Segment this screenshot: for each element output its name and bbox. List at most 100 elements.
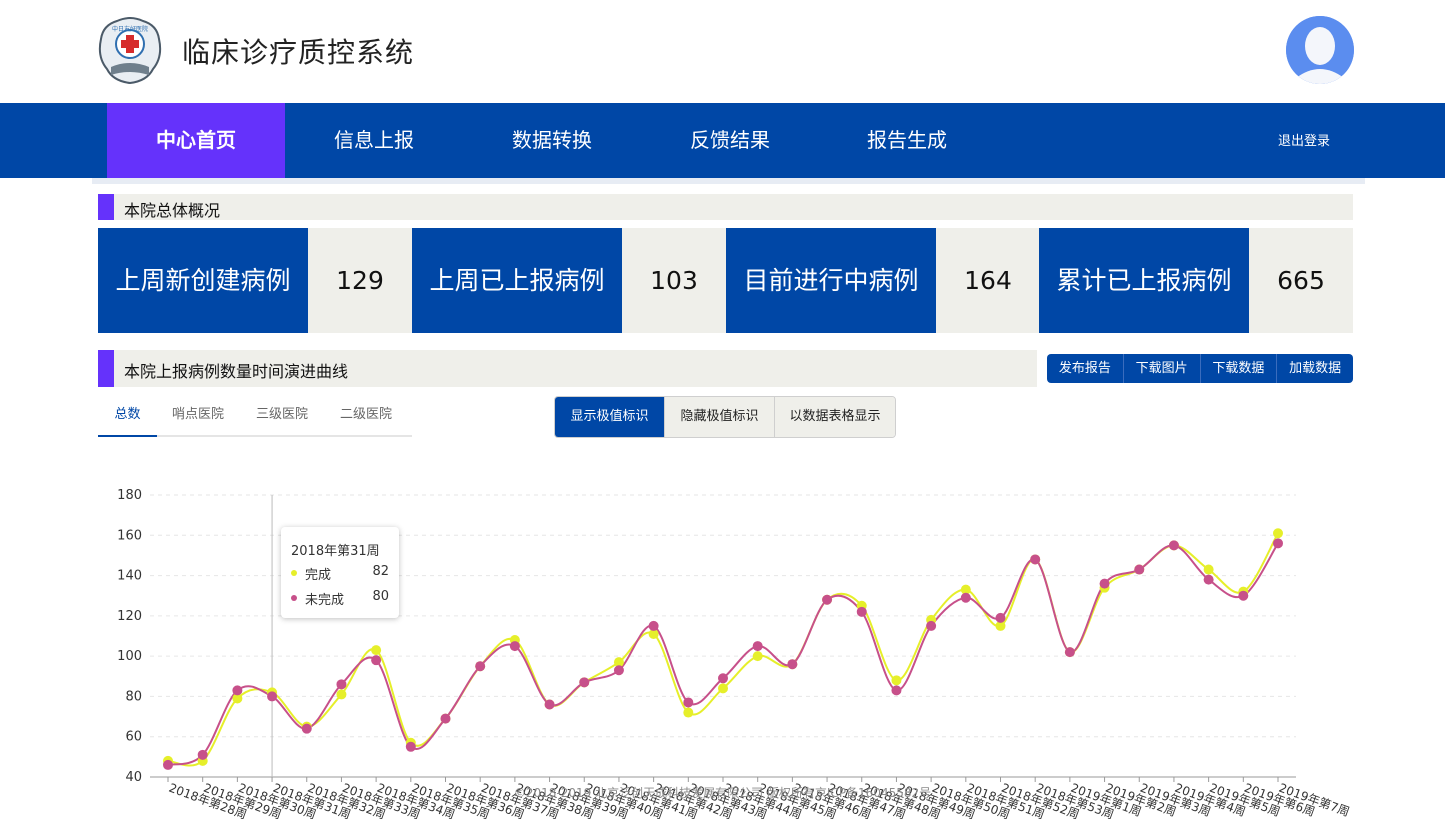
nav-divider [92, 178, 1365, 184]
y-tick-label: 180 [117, 488, 142, 503]
tooltip-series-value: 82 [372, 564, 389, 579]
data-point-done [891, 675, 902, 686]
trend-line-chart[interactable]: 4060801001201401601802018年第28周2018年第29周2… [0, 440, 1445, 821]
table-view-button[interactable]: 以数据表格显示 [774, 397, 895, 437]
nav-item-home[interactable]: 中心首页 [107, 103, 285, 178]
legend-dot-icon [291, 570, 297, 576]
y-tick-label: 80 [125, 689, 142, 704]
data-point-undone [891, 685, 902, 696]
data-point-undone [1168, 540, 1179, 551]
logout-button[interactable]: 退出登录 [1278, 103, 1330, 178]
data-point-undone [544, 699, 555, 710]
y-tick-label: 140 [117, 569, 142, 584]
tooltip-row-done: 完成 82 [291, 564, 389, 583]
data-point-undone [960, 592, 971, 603]
y-tick-label: 40 [125, 770, 142, 785]
data-point-undone [926, 620, 937, 631]
data-point-done [371, 645, 382, 656]
data-point-undone [718, 673, 728, 684]
y-tick-label: 160 [117, 528, 142, 543]
data-point-undone [336, 679, 347, 690]
chart-tooltip: 2018年第31周 完成 82 未完成 80 [281, 527, 399, 618]
data-point-undone [405, 741, 416, 752]
tab-total[interactable]: 总数 [98, 396, 157, 437]
y-tick-label: 120 [117, 609, 142, 624]
y-tick-label: 100 [117, 649, 142, 664]
data-point-undone [1203, 574, 1214, 585]
data-point-undone [1099, 578, 1110, 589]
nav-item-report-info[interactable]: 信息上报 [285, 103, 463, 178]
tooltip-series-name: 未完成 [305, 593, 345, 608]
tab-tertiary[interactable]: 三级医院 [248, 396, 316, 435]
tab-secondary[interactable]: 二级医院 [332, 396, 400, 435]
chart-actions: 发布报告 下载图片 下载数据 加载数据 [1047, 354, 1353, 383]
stat-label-total-reported: 累计已上报病例 [1039, 228, 1249, 333]
tooltip-series-name: 完成 [305, 568, 332, 583]
data-point-undone [752, 641, 763, 652]
stat-value-new-cases: 129 [308, 228, 412, 333]
data-point-undone [301, 723, 312, 734]
publish-report-button[interactable]: 发布报告 [1047, 354, 1123, 383]
data-point-done [683, 707, 694, 718]
overview-header: 本院总体概况 [98, 194, 1353, 220]
data-point-undone [1238, 590, 1249, 601]
overview-title: 本院总体概况 [124, 201, 221, 220]
hospital-level-tabs: 总数 哨点医院 三级医院 二级医院 [98, 396, 412, 437]
stat-label-in-progress: 目前进行中病例 [726, 228, 936, 333]
tooltip-series-value: 80 [372, 589, 389, 604]
top-header: 中日友好医院 临床诊疗质控系统 [0, 0, 1445, 103]
load-data-button[interactable]: 加载数据 [1276, 354, 1353, 383]
chart-mode-toggle: 显示极值标识 隐藏极值标识 以数据表格显示 [554, 396, 896, 438]
data-point-undone [856, 606, 867, 617]
download-image-button[interactable]: 下载图片 [1122, 354, 1200, 383]
user-avatar-icon[interactable] [1286, 16, 1354, 84]
stat-value-in-progress: 164 [936, 228, 1040, 333]
data-point-undone [475, 661, 486, 672]
avatar-silhouette-icon [1286, 16, 1354, 84]
trend-header: 本院上报病例数量时间演进曲线 [98, 350, 1037, 387]
data-point-undone [267, 691, 278, 702]
data-point-undone [232, 685, 243, 696]
data-point-undone [579, 677, 590, 688]
data-point-undone [1064, 647, 1075, 658]
stat-label-reported-cases: 上周已上报病例 [412, 228, 622, 333]
stat-value-total-reported: 665 [1249, 228, 1353, 333]
main-nav: 中心首页 信息上报 数据转换 反馈结果 报告生成 退出登录 [0, 103, 1445, 178]
stat-value-reported-cases: 103 [622, 228, 726, 333]
stat-label-new-cases: 上周新创建病例 [98, 228, 308, 333]
data-point-undone [822, 594, 833, 605]
nav-item-feedback[interactable]: 反馈结果 [641, 103, 819, 178]
data-point-undone [1134, 564, 1145, 575]
tab-sentinel[interactable]: 哨点医院 [164, 396, 232, 435]
y-tick-label: 60 [125, 730, 142, 745]
nav-item-data-convert[interactable]: 数据转换 [463, 103, 641, 178]
section-accent-bar [98, 194, 114, 220]
data-point-undone [197, 749, 208, 760]
data-point-undone [440, 713, 451, 724]
data-point-done [718, 683, 728, 694]
show-extremes-button[interactable]: 显示极值标识 [555, 397, 664, 437]
copyright-footer: ©2018-2019 北京泛创天成科技发展有限公司 版权所有京ICP备16045… [513, 786, 932, 800]
legend-dot-icon [291, 595, 297, 601]
tooltip-title: 2018年第31周 [291, 544, 380, 559]
nav-item-report-gen[interactable]: 报告生成 [818, 103, 996, 178]
tooltip-row-undone: 未完成 80 [291, 589, 389, 608]
svg-text:中日友好医院: 中日友好医院 [112, 25, 148, 33]
data-point-undone [613, 665, 624, 676]
data-point-done [752, 651, 763, 662]
data-point-undone [371, 655, 382, 666]
data-point-done [1273, 528, 1283, 539]
data-point-undone [683, 697, 694, 708]
data-point-undone [509, 641, 520, 652]
download-data-button[interactable]: 下载数据 [1199, 354, 1277, 383]
data-point-undone [995, 612, 1006, 623]
data-point-undone [648, 620, 659, 631]
trend-title: 本院上报病例数量时间演进曲线 [124, 362, 349, 381]
data-point-undone [163, 759, 173, 770]
app-title: 临床诊疗质控系统 [182, 36, 415, 69]
data-point-undone [787, 659, 798, 670]
data-point-done [1203, 564, 1214, 575]
data-point-undone [1030, 554, 1041, 565]
section-accent-bar [98, 350, 114, 387]
hide-extremes-button[interactable]: 隐藏极值标识 [664, 397, 774, 437]
